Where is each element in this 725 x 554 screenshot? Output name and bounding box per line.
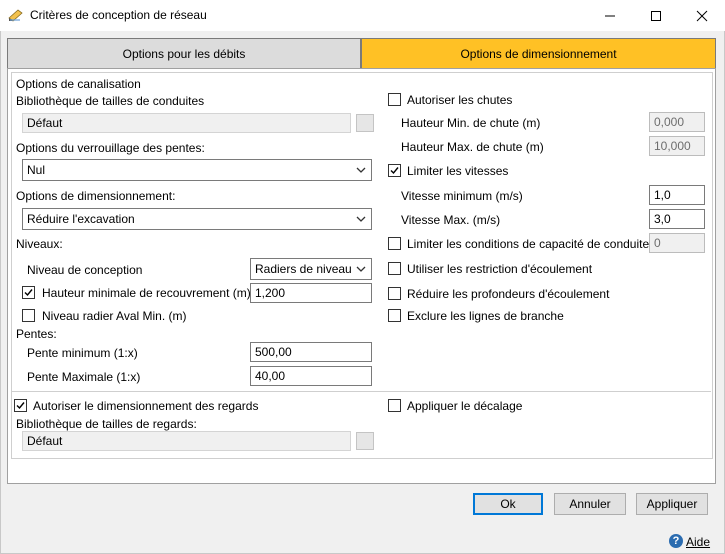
help-icon[interactable]: ?	[669, 534, 683, 548]
limit-capacity-label: Limiter les conditions de capacité de co…	[407, 237, 672, 251]
max-velocity-input[interactable]: 3,0	[649, 209, 705, 229]
min-cover-checkbox[interactable]	[22, 286, 35, 299]
limit-velocity-label: Limiter les vitesses	[407, 164, 509, 178]
slope-lock-label: Options du verrouillage des pentes:	[16, 141, 205, 155]
limit-capacity-input[interactable]: 0	[649, 233, 705, 253]
tab-flow-options[interactable]: Options pour les débits	[7, 38, 361, 70]
levels-heading: Niveaux:	[16, 237, 63, 251]
pipe-library-field: Défaut	[22, 113, 351, 133]
slopes-heading: Pentes:	[16, 327, 57, 341]
design-level-select[interactable]: Radiers de niveau	[250, 258, 372, 280]
apply-offset-label: Appliquer le décalage	[407, 399, 523, 413]
max-drop-value: 10,000	[654, 139, 691, 153]
exclude-branch-checkbox[interactable]	[388, 309, 401, 322]
flow-restriction-label: Utiliser les restriction d'écoulement	[407, 262, 593, 276]
min-drop-label: Hauteur Min. de chute (m)	[401, 116, 541, 130]
help-link[interactable]: Aide	[686, 535, 710, 549]
checkmark-icon	[24, 289, 33, 297]
minimize-icon	[605, 15, 615, 16]
tab-sizing-options[interactable]: Options de dimensionnement	[361, 38, 716, 70]
sizing-options-label: Options de dimensionnement:	[16, 189, 176, 203]
limit-capacity-checkbox[interactable]	[388, 237, 401, 250]
max-drop-label: Hauteur Max. de chute (m)	[401, 140, 544, 154]
manhole-library-field: Défaut	[22, 431, 351, 451]
min-cover-label: Hauteur minimale de recouvrement (m)	[42, 286, 251, 300]
min-drop-input[interactable]: 0,000	[649, 112, 705, 132]
close-icon	[696, 10, 708, 21]
min-cover-value: 1,200	[255, 286, 286, 300]
chevron-down-icon	[356, 266, 366, 272]
limit-velocity-checkbox[interactable]	[388, 164, 401, 177]
sizing-options-select[interactable]: Réduire l'excavation	[22, 208, 372, 230]
max-slope-label: Pente Maximale (1:x)	[27, 370, 141, 384]
allow-drops-label: Autoriser les chutes	[407, 93, 513, 107]
group-divider	[11, 391, 711, 392]
min-velocity-input[interactable]: 1,0	[649, 185, 705, 205]
tab-label: Options pour les débits	[122, 47, 246, 61]
allow-drops-checkbox[interactable]	[388, 93, 401, 106]
apply-button[interactable]: Appliquer	[636, 493, 708, 515]
apply-offset-checkbox[interactable]	[388, 399, 401, 412]
ok-button[interactable]: Ok	[473, 493, 543, 515]
minimize-button[interactable]	[587, 0, 633, 31]
close-button[interactable]	[679, 0, 725, 31]
help-icon-glyph: ?	[672, 535, 680, 547]
min-slope-label: Pente minimum (1:x)	[27, 346, 138, 360]
exclude-branch-label: Exclure les lignes de branche	[407, 309, 564, 323]
manhole-sizing-label: Autoriser le dimensionnement des regards	[33, 399, 259, 413]
manhole-library-label: Bibliothèque de tailles de regards:	[16, 417, 197, 431]
sizing-options-value: Réduire l'excavation	[27, 212, 135, 226]
pipe-library-label: Bibliothèque de tailles de conduites	[16, 94, 205, 108]
max-drop-input[interactable]: 10,000	[649, 136, 705, 156]
maximize-button[interactable]	[633, 0, 679, 31]
slope-lock-select[interactable]: Nul	[22, 159, 372, 181]
slope-lock-value: Nul	[27, 163, 46, 177]
min-drop-value: 0,000	[654, 115, 685, 129]
manhole-library-browse-button[interactable]	[356, 432, 374, 450]
design-level-label: Niveau de conception	[27, 263, 143, 277]
max-velocity-value: 3,0	[654, 212, 671, 226]
pipe-library-value: Défaut	[27, 116, 63, 130]
checkmark-icon	[16, 402, 25, 410]
maximize-icon	[651, 10, 661, 21]
max-slope-value: 40,00	[255, 369, 286, 383]
apply-label: Appliquer	[646, 497, 698, 511]
pipe-options-heading: Options de canalisation	[16, 77, 141, 91]
max-slope-input[interactable]: 40,00	[250, 366, 372, 386]
min-cover-input[interactable]: 1,200	[250, 283, 372, 303]
manhole-library-value: Défaut	[27, 434, 63, 448]
design-level-value: Radiers de niveau	[255, 262, 352, 276]
chevron-down-icon	[356, 216, 366, 222]
pipe-library-browse-button[interactable]	[356, 114, 374, 132]
ok-label: Ok	[500, 497, 516, 511]
app-pencil-icon	[8, 8, 24, 22]
window-title: Critères de conception de réseau	[30, 8, 207, 22]
manhole-sizing-checkbox[interactable]	[14, 399, 27, 412]
cancel-button[interactable]: Annuler	[554, 493, 626, 515]
cancel-label: Annuler	[569, 497, 611, 511]
min-invert-label: Niveau radier Aval Min. (m)	[42, 309, 187, 323]
min-velocity-label: Vitesse minimum (m/s)	[401, 189, 523, 203]
min-slope-value: 500,00	[255, 345, 292, 359]
chevron-down-icon	[356, 167, 366, 173]
reduce-flow-depth-label: Réduire les profondeurs d'écoulement	[407, 287, 610, 301]
flow-restriction-checkbox[interactable]	[388, 262, 401, 275]
reduce-flow-depth-checkbox[interactable]	[388, 287, 401, 300]
checkmark-icon	[390, 167, 399, 175]
min-velocity-value: 1,0	[654, 188, 671, 202]
min-slope-input[interactable]: 500,00	[250, 342, 372, 362]
tab-label: Options de dimensionnement	[460, 47, 617, 61]
limit-capacity-value: 0	[654, 236, 661, 250]
max-velocity-label: Vitesse Max. (m/s)	[401, 213, 501, 227]
min-invert-checkbox[interactable]	[22, 309, 35, 322]
